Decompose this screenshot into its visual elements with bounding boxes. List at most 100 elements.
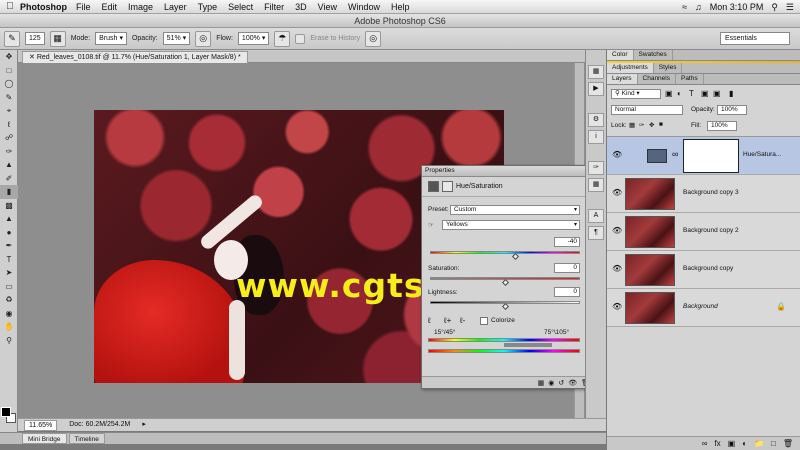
clip-to-layer-icon[interactable]: ▦ <box>538 379 545 387</box>
hue-slider[interactable] <box>430 251 580 261</box>
layer-mask-icon[interactable] <box>442 181 453 192</box>
link-layers-icon[interactable]: ∞ <box>702 439 708 448</box>
volume-icon[interactable]: ♫ <box>695 2 702 12</box>
shape-tool-icon[interactable]: ▭ <box>0 280 18 294</box>
brush-tool-icon[interactable]: ✑ <box>0 145 18 159</box>
pressure-opacity-icon[interactable]: ◎ <box>195 30 212 47</box>
eraser-tool-preset-icon[interactable]: ✎ <box>4 30 20 47</box>
layer-thumbnail[interactable] <box>625 178 675 210</box>
targeted-adjustment-icon[interactable]: ☞ <box>428 221 434 229</box>
erase-history-checkbox[interactable] <box>295 33 306 44</box>
menu-window[interactable]: Window <box>348 2 380 12</box>
eyedropper-icon[interactable]: ℓ <box>428 316 431 325</box>
hand-tool-icon[interactable]: ✋ <box>0 320 18 334</box>
zoom-level[interactable]: 11.65% <box>24 420 58 431</box>
3d-camera-tool-icon[interactable]: ◉ <box>0 307 18 321</box>
zoom-tool-icon[interactable]: ⚲ <box>0 334 18 348</box>
notifications-icon[interactable]: ☰ <box>786 2 794 13</box>
dodge-tool-icon[interactable]: ● <box>0 226 18 240</box>
layer-opacity-input[interactable]: 100% <box>717 105 747 115</box>
hue-saturation-adjustment-icon[interactable] <box>428 181 439 192</box>
visibility-eye-icon[interactable]: 👁 <box>612 302 622 311</box>
saturation-slider-thumb[interactable] <box>501 278 510 287</box>
pen-tool-icon[interactable]: ✒ <box>0 239 18 253</box>
layer-row-background-copy[interactable]: 👁 Background copy <box>607 251 800 289</box>
new-group-icon[interactable]: 📁 <box>754 439 764 448</box>
tab-channels[interactable]: Channels <box>638 74 676 84</box>
close-tab-icon[interactable]: ✕ <box>29 54 35 61</box>
menu-file[interactable]: File <box>76 2 91 12</box>
menu-layer[interactable]: Layer <box>164 2 187 12</box>
hue-input[interactable]: -40 <box>554 237 580 247</box>
app-menu[interactable]: Photoshop <box>20 2 67 12</box>
quick-selection-tool-icon[interactable]: ✎ <box>0 91 18 105</box>
filter-smart-object-icon[interactable]: ▣ <box>713 89 721 98</box>
workspace-select[interactable]: Essentials <box>720 32 790 45</box>
path-selection-tool-icon[interactable]: ➤ <box>0 266 18 280</box>
view-previous-state-icon[interactable]: ◉ <box>548 379 554 387</box>
mask-link-icon[interactable]: ∞ <box>672 149 678 159</box>
layer-name[interactable]: Background copy 3 <box>683 189 739 196</box>
lock-image-icon[interactable]: ✑ <box>639 121 644 129</box>
tab-styles[interactable]: Styles <box>654 63 683 73</box>
visibility-eye-icon[interactable]: 👁 <box>612 188 622 197</box>
lightness-slider[interactable] <box>430 301 580 311</box>
layer-name[interactable]: Background copy 2 <box>683 227 739 234</box>
airbrush-icon[interactable]: ☂ <box>274 30 291 47</box>
tab-swatches[interactable]: Swatches <box>634 50 673 60</box>
layer-name[interactable]: Background <box>683 303 718 310</box>
healing-brush-tool-icon[interactable]: ☍ <box>0 131 18 145</box>
layer-row-hue-saturation[interactable]: 👁 ∞ Hue/Satura... <box>607 137 800 175</box>
preset-select[interactable]: Custom ▾ <box>450 205 580 215</box>
blend-mode-select[interactable]: Normal <box>611 105 683 115</box>
clone-stamp-tool-icon[interactable]: ▲ <box>0 158 18 172</box>
info-panel-icon[interactable]: i <box>588 130 604 144</box>
document-size[interactable]: Doc: 60.2M/254.2M <box>69 419 130 431</box>
layer-thumbnail[interactable] <box>625 216 675 248</box>
fill-input[interactable]: 100% <box>707 121 737 131</box>
visibility-eye-icon[interactable]: 👁 <box>612 264 622 273</box>
character-panel-icon[interactable]: A <box>588 209 604 223</box>
lock-transparent-icon[interactable]: ▦ <box>629 121 635 129</box>
menu-3d[interactable]: 3D <box>295 2 307 12</box>
add-to-sample-icon[interactable]: ℓ+ <box>444 316 451 325</box>
marquee-tool-icon[interactable]: □ <box>0 64 18 78</box>
saturation-slider[interactable] <box>430 277 580 287</box>
actions-panel-icon[interactable]: ▶ <box>588 82 604 96</box>
flow-input[interactable]: 100% ▾ <box>237 32 270 45</box>
move-tool-icon[interactable]: ✥ <box>0 50 18 64</box>
reset-icon[interactable]: ↺ <box>558 379 564 387</box>
foreground-color-swatch[interactable] <box>1 407 11 417</box>
visibility-eye-icon[interactable]: 👁 <box>612 226 622 235</box>
saturation-input[interactable]: 0 <box>554 263 580 273</box>
lightness-input[interactable]: 0 <box>554 287 580 297</box>
layer-mask-thumbnail[interactable] <box>683 139 739 173</box>
adjustment-layer-thumbnail[interactable] <box>647 149 667 163</box>
filter-toggle-icon[interactable]: ▮ <box>729 89 733 98</box>
hue-slider-thumb[interactable] <box>511 252 520 261</box>
spotlight-search-icon[interactable]: ⚲ <box>771 2 778 13</box>
document-tab[interactable]: ✕ Red_leaves_0108.tif @ 11.7% (Hue/Satur… <box>22 51 248 63</box>
opacity-input[interactable]: 51% ▾ <box>162 32 191 45</box>
layer-thumbnail[interactable] <box>625 292 675 324</box>
tab-timeline[interactable]: Timeline <box>68 433 105 444</box>
lightness-slider-thumb[interactable] <box>501 302 510 311</box>
channel-select[interactable]: Yellows ▾ <box>442 220 580 230</box>
menu-select[interactable]: Select <box>228 2 253 12</box>
visibility-eye-icon[interactable]: 👁 <box>612 150 622 159</box>
menu-type[interactable]: Type <box>198 2 218 12</box>
layer-style-icon[interactable]: fx <box>714 439 720 448</box>
layer-row-background-copy-2[interactable]: 👁 Background copy 2 <box>607 213 800 251</box>
pressure-size-icon[interactable]: ◎ <box>365 30 382 47</box>
menu-image[interactable]: Image <box>128 2 153 12</box>
eyedropper-tool-icon[interactable]: ℓ <box>0 118 18 132</box>
colorize-checkbox[interactable] <box>480 317 488 325</box>
lasso-tool-icon[interactable]: ◯ <box>0 77 18 91</box>
toggle-visibility-icon[interactable]: 👁 <box>568 379 577 387</box>
color-range-slider[interactable] <box>504 343 552 347</box>
brush-panel-icon[interactable]: ✑ <box>588 161 604 175</box>
wifi-icon[interactable]: ≈ <box>682 2 687 12</box>
eraser-tool-icon[interactable]: ▮ <box>0 185 18 199</box>
menu-view[interactable]: View <box>318 2 337 12</box>
tab-paths[interactable]: Paths <box>676 74 704 84</box>
